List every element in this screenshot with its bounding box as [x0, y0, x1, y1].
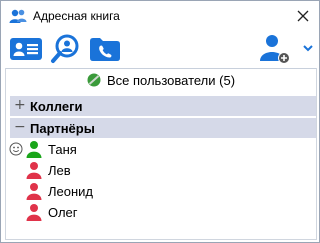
add-user-dropdown[interactable] [301, 33, 315, 65]
group-label: Партнёры [30, 121, 95, 136]
contact-row[interactable]: Олег [6, 202, 316, 222]
contact-row[interactable]: Леонид [6, 181, 316, 201]
all-users-row[interactable]: Все пользователи (5) [6, 68, 316, 92]
contact-list: Все пользователи (5) + Коллеги − Партнёр… [5, 68, 317, 240]
contact-name: Таня [48, 142, 77, 157]
user-offline-icon [26, 183, 42, 200]
window-title: Адресная книга [33, 9, 120, 23]
expand-icon[interactable]: + [14, 97, 26, 113]
search-person-icon [51, 34, 79, 63]
contacts-button[interactable] [9, 33, 43, 65]
group-colleagues[interactable]: + Коллеги [10, 96, 316, 116]
collapse-icon[interactable]: − [14, 119, 26, 135]
contact-row[interactable]: Таня [6, 139, 316, 159]
title-bar: Адресная книга [1, 1, 319, 31]
calls-folder-icon [90, 38, 120, 61]
close-button[interactable] [291, 5, 315, 27]
toolbar [1, 31, 319, 67]
contact-name: Олег [48, 205, 78, 220]
group-partners[interactable]: − Партнёры [10, 118, 316, 138]
close-icon [297, 10, 309, 22]
group-label: Коллеги [30, 99, 83, 114]
add-user-icon [260, 35, 290, 64]
search-contacts-button[interactable] [49, 33, 83, 65]
calls-button[interactable] [88, 33, 122, 65]
user-offline-icon [26, 204, 42, 221]
address-book-icon [9, 9, 27, 23]
all-users-status-icon [87, 73, 101, 87]
address-book-window: Адресная книга Все пользователи (5) + Ко… [0, 0, 320, 243]
user-offline-icon [26, 162, 42, 179]
contact-name: Леонид [48, 184, 94, 199]
smiley-status-icon [9, 142, 23, 156]
contacts-card-icon [10, 38, 42, 60]
chevron-down-icon [303, 45, 313, 52]
contact-row[interactable]: Лев [6, 160, 316, 180]
all-users-label: Все пользователи (5) [106, 72, 236, 88]
user-online-icon [26, 141, 42, 158]
add-user-button[interactable] [259, 33, 301, 65]
contact-name: Лев [48, 163, 71, 178]
